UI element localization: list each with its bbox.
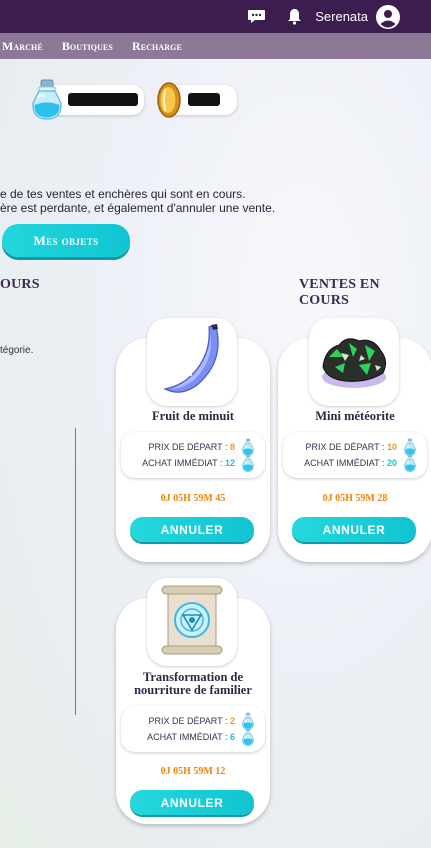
potion-icon — [241, 454, 255, 473]
gold-coin-icon — [154, 81, 184, 123]
start-price-value: 2 — [229, 716, 235, 726]
start-price-label: PRIX DE DÉPART : — [148, 716, 230, 726]
start-price-label: PRIX DE DÉPART : — [305, 442, 387, 452]
buy-now-label: ACHAT IMMÉDIAT : — [304, 458, 387, 468]
chat-icon[interactable] — [245, 6, 267, 28]
item-name: Transformation de nourriture de familier — [116, 671, 270, 697]
sale-card: Transformation de nourriture de familier… — [116, 578, 270, 824]
left-section-title: OURS — [0, 277, 40, 292]
ventes-en-cours-title: VENTES EN COURS — [299, 277, 380, 308]
intro-text: e de tes ventes et enchères qui sont en … — [0, 187, 275, 215]
item-name: Mini météorite — [278, 410, 431, 423]
start-price: PRIX DE DÉPART : 8 — [148, 442, 235, 452]
intro-line-2: ère est perdante, et également d'annuler… — [0, 201, 276, 215]
category-text: tégorie. — [0, 345, 34, 356]
intro-line-1: e de tes ventes et enchères qui sont en … — [0, 187, 246, 201]
start-price: PRIX DE DÉPART : 2 — [148, 716, 235, 726]
main-nav: Marché Boutiques Recharge — [0, 33, 431, 59]
item-name-line: Mini météorite — [315, 409, 395, 423]
magic-scroll-icon — [156, 584, 228, 660]
buy-now-price: ACHAT IMMÉDIAT : 12 — [142, 458, 235, 468]
sale-card: Fruit de minuit PRIX DE DÉPART : 8 ACHAT… — [116, 318, 270, 562]
start-price-label: PRIX DE DÉPART : — [148, 442, 230, 452]
cancel-sale-button[interactable]: ANNULER — [292, 517, 416, 542]
sale-card: Mini météorite PRIX DE DÉPART : 10 ACHAT… — [278, 318, 431, 562]
bell-icon[interactable] — [283, 6, 305, 28]
mes-objets-button[interactable]: Mes objets — [2, 224, 130, 257]
buy-now-label: ACHAT IMMÉDIAT : — [147, 732, 230, 742]
cancel-sale-button[interactable]: ANNULER — [130, 790, 254, 815]
item-name-line: nourriture de familier — [134, 683, 252, 697]
top-bar: Serenata — [0, 0, 431, 33]
item-image — [147, 578, 237, 666]
buy-now-value: 12 — [224, 458, 235, 468]
time-remaining: 0J 05H 59M 12 — [160, 766, 226, 777]
item-name: Fruit de minuit — [116, 410, 270, 423]
meteorite-icon — [315, 327, 393, 397]
nav-recharge[interactable]: Recharge — [132, 39, 182, 54]
time-remaining: 0J 05H 59M 45 — [160, 493, 226, 504]
potion-icon — [241, 728, 255, 747]
buy-now-label: ACHAT IMMÉDIAT : — [142, 458, 225, 468]
username[interactable]: Serenata — [315, 9, 368, 24]
item-image — [309, 318, 399, 406]
blue-banana-icon — [157, 323, 227, 401]
buy-now-value: 6 — [229, 732, 235, 742]
buy-now-price: ACHAT IMMÉDIAT : 6 — [147, 732, 235, 742]
price-box: PRIX DE DÉPART : 8 ACHAT IMMÉDIAT : 12 — [121, 432, 265, 478]
start-price: PRIX DE DÉPART : 10 — [305, 442, 397, 452]
column-divider — [75, 428, 76, 715]
start-price-value: 8 — [229, 442, 235, 452]
nav-boutiques[interactable]: Boutiques — [62, 39, 113, 54]
price-box: PRIX DE DÉPART : 10 ACHAT IMMÉDIAT : 20 — [283, 432, 427, 478]
redacted-balance — [68, 93, 138, 106]
item-name-line: Fruit de minuit — [152, 409, 234, 423]
price-box: PRIX DE DÉPART : 2 ACHAT IMMÉDIAT : 6 — [121, 706, 265, 752]
redacted-balance — [188, 93, 220, 106]
potion-icon — [403, 454, 417, 473]
buy-now-value: 20 — [386, 458, 397, 468]
nav-marche[interactable]: Marché — [2, 39, 43, 54]
buy-now-price: ACHAT IMMÉDIAT : 20 — [304, 458, 397, 468]
start-price-value: 10 — [386, 442, 397, 452]
user-avatar-icon[interactable] — [376, 4, 400, 29]
item-image — [147, 318, 237, 406]
cancel-sale-button[interactable]: ANNULER — [130, 517, 254, 542]
potion-bottle-icon — [29, 79, 65, 125]
time-remaining: 0J 05H 59M 28 — [322, 493, 388, 504]
